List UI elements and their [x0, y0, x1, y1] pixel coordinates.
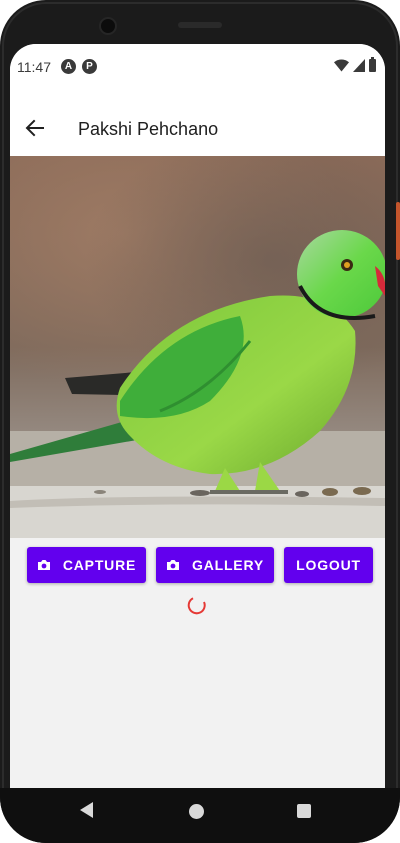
capture-label: CAPTURE: [62, 557, 137, 573]
spinner-icon: [187, 597, 206, 615]
action-buttons: CAPTURE GALLERY LOGOUT: [10, 547, 385, 583]
phone-frame: 11:47 A P Pakshi Pehchano CAPTURE GALLER…: [0, 0, 400, 843]
nav-recents-icon[interactable]: [297, 804, 311, 818]
front-camera: [99, 17, 117, 35]
wifi-icon: [334, 59, 349, 72]
status-bar: 11:47 A P: [10, 44, 385, 90]
camera-icon: [37, 560, 50, 570]
nav-home-icon[interactable]: [189, 804, 204, 819]
status-time: 11:47: [17, 59, 51, 75]
battery-icon: [369, 57, 376, 72]
arrow-back-icon[interactable]: [24, 117, 46, 139]
capture-button[interactable]: CAPTURE: [27, 547, 146, 583]
p-icon: P: [82, 59, 97, 74]
system-nav-bar: [0, 788, 400, 843]
app-bar: Pakshi Pehchano: [10, 90, 385, 156]
a-icon: A: [61, 59, 76, 74]
power-button[interactable]: [396, 202, 400, 260]
page-title: Pakshi Pehchano: [78, 119, 219, 139]
parrot-image: [10, 156, 385, 538]
app-screen: 11:47 A P Pakshi Pehchano CAPTURE GALLER…: [10, 44, 385, 788]
logout-label: LOGOUT: [296, 557, 361, 573]
gallery-button[interactable]: GALLERY: [156, 547, 274, 583]
signal-icon: [353, 59, 365, 72]
logout-button[interactable]: LOGOUT: [284, 547, 373, 583]
nav-back-icon[interactable]: [80, 802, 94, 818]
earpiece-speaker: [178, 22, 222, 28]
camera-icon: [167, 560, 179, 570]
gallery-label: GALLERY: [192, 557, 264, 573]
